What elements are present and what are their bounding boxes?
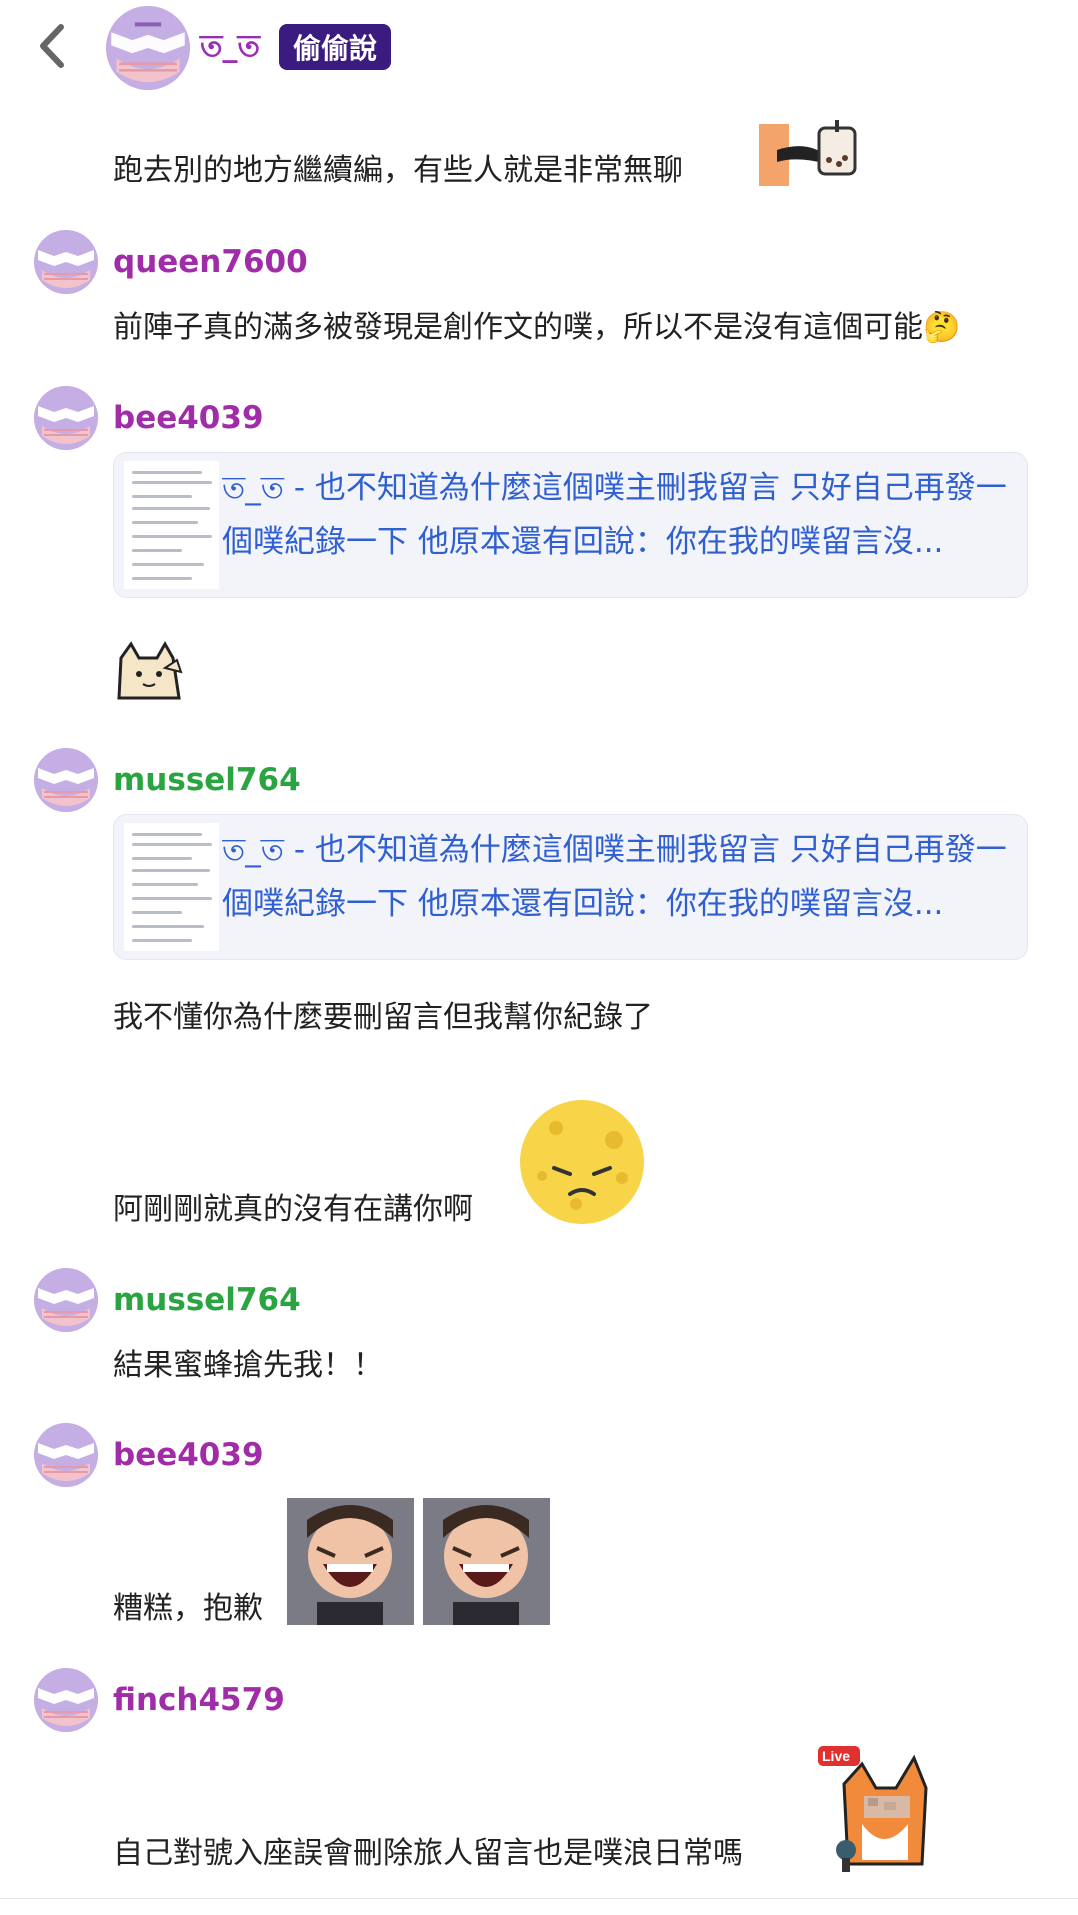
username[interactable]: mussel764 bbox=[113, 1282, 301, 1318]
sad-moon-emoji bbox=[518, 1098, 646, 1226]
link-card[interactable]: ত_ত - 也不知道為什麼這個噗主刪我留言 只好自己再發一個噗紀錄一下 他原本還… bbox=[113, 814, 1028, 960]
comment-text: 我不懂你為什麼要刪留言但我幫你紀錄了 bbox=[113, 1000, 653, 1035]
link-card[interactable]: ত_ত - 也不知道為什麼這個噗主刪我留言 只好自己再發一個噗紀錄一下 他原本還… bbox=[113, 452, 1028, 598]
username[interactable]: bee4039 bbox=[113, 1437, 264, 1473]
username[interactable]: bee4039 bbox=[113, 400, 264, 436]
anonymous-badge: 偷偷說 bbox=[279, 24, 392, 70]
back-button[interactable] bbox=[22, 16, 82, 76]
card-thumbnail bbox=[124, 823, 219, 951]
comment-text: 跑去別的地方繼續編，有些人就是非常無聊 bbox=[113, 153, 683, 188]
avatar[interactable] bbox=[34, 1668, 98, 1732]
avatar[interactable] bbox=[34, 1423, 98, 1487]
comment-text: 阿剛剛就真的沒有在講你啊 bbox=[113, 1192, 473, 1227]
avatar[interactable] bbox=[106, 6, 190, 90]
card-title: ত_ত - 也不知道為什麼這個噗主刪我留言 只好自己再發一個噗紀錄一下 他原本還… bbox=[222, 470, 1007, 560]
avatar[interactable] bbox=[34, 1268, 98, 1332]
comment-text: 前陣子真的滿多被發現是創作文的噗，所以不是沒有這個可能🤔 bbox=[113, 310, 961, 345]
card-thumbnail bbox=[124, 461, 219, 589]
bubble-tea-cat-sticker bbox=[757, 120, 865, 188]
laughing-face-sticker bbox=[287, 1498, 414, 1625]
avatar[interactable] bbox=[34, 386, 98, 450]
avatar[interactable] bbox=[34, 230, 98, 294]
avatar[interactable] bbox=[34, 748, 98, 812]
laughing-face-sticker bbox=[423, 1498, 550, 1625]
cat-sticker bbox=[113, 638, 187, 702]
username[interactable]: queen7600 bbox=[113, 244, 308, 280]
comment-text: 自己對號入座誤會刪除旅人留言也是噗浪日常嗎 bbox=[113, 1836, 743, 1871]
comment-text: 結果蜜蜂搶先我！！ bbox=[113, 1348, 383, 1383]
poster-name[interactable]: ত_ত bbox=[200, 22, 260, 73]
username[interactable]: mussel764 bbox=[113, 762, 301, 798]
comment-text: 糟糕，抱歉 bbox=[113, 1591, 263, 1626]
live-label: Live bbox=[822, 1748, 851, 1764]
username[interactable]: finch4579 bbox=[113, 1682, 285, 1718]
chevron-left-icon bbox=[40, 24, 64, 68]
divider bbox=[0, 1898, 1078, 1899]
card-title: ত_ত - 也不知道為什麼這個噗主刪我留言 只好自己再發一個噗紀錄一下 他原本還… bbox=[222, 832, 1007, 922]
